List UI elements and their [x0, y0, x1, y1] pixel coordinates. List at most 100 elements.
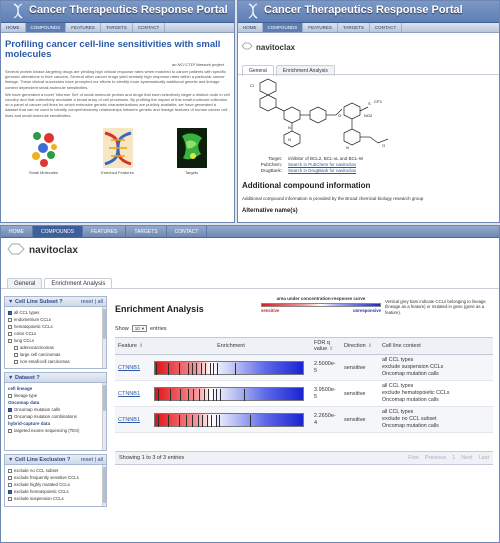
checkbox[interactable] — [14, 345, 18, 350]
table-row: CTNNB1 2.5000e-5 sensitive all CCL types exc… — [115, 354, 493, 381]
col-label: Feature — [118, 343, 137, 349]
col-context[interactable]: Cell line context — [379, 337, 493, 355]
fdr-cell: 3.9500e-5 — [311, 380, 341, 407]
exclusion-option[interactable]: exclude hematopoietic CCLs — [8, 488, 100, 495]
nav-features[interactable]: FEATURES — [303, 23, 338, 32]
reset-link[interactable]: reset — [81, 299, 93, 305]
nav-contact[interactable]: CONTACT — [133, 23, 166, 32]
option-label: exclude no CCL subset — [14, 468, 59, 473]
context-cell: all CCL types exclude no CCL subset Oncoma… — [379, 406, 493, 433]
subset-option[interactable]: all CCL types — [8, 309, 100, 316]
dataset-option[interactable]: lineage type — [8, 392, 100, 399]
dataset-header[interactable]: ▼ Dataset ? — [4, 372, 107, 383]
pager-1[interactable]: 1 — [452, 455, 455, 461]
dataset-option[interactable]: Oncomap mutation combinations — [8, 413, 100, 420]
subset-option[interactable]: hematopoietic CCLs — [8, 323, 100, 330]
exclusion-option[interactable]: exclude highly mutated CCLs — [8, 481, 100, 488]
scrollbar[interactable] — [102, 307, 106, 368]
checkbox[interactable] — [8, 324, 12, 329]
nav-targets[interactable]: TARGETS — [338, 23, 370, 32]
collapse-icon[interactable]: ▼ — [8, 299, 15, 305]
col-direction[interactable]: Direction ⇕ — [341, 337, 379, 355]
nav-targets[interactable]: TARGETS — [101, 23, 133, 32]
portal-title[interactable]: Cancer Therapeutics Response Portal — [264, 4, 463, 16]
thumb-enriched-features[interactable]: Enriched Features — [98, 127, 138, 175]
checkbox[interactable] — [8, 475, 12, 480]
checkbox[interactable] — [8, 482, 12, 487]
thumb-small-molecules[interactable]: Small Molecules — [28, 127, 59, 175]
reset-link[interactable]: reset — [81, 457, 93, 463]
feature-link[interactable]: CTNNB1 — [118, 391, 140, 397]
option-label: exclude frequently sensitive CCLs — [14, 475, 79, 480]
dataset-group-title: Oncomap data — [8, 400, 40, 405]
checkbox[interactable] — [14, 352, 18, 357]
scrollbar[interactable] — [102, 465, 106, 506]
nav-home[interactable]: HOME — [238, 23, 263, 32]
context-line: exclude hematopoietic CCLs — [382, 390, 450, 396]
pagination: First Previous 1 Next Last — [402, 455, 489, 461]
subset-option[interactable]: lung CCLs — [8, 337, 100, 344]
pager-previous[interactable]: Previous — [425, 455, 446, 461]
checkbox[interactable] — [8, 317, 12, 322]
entries-select[interactable]: 10 ▾ — [131, 325, 148, 332]
option-label: adenocarcinomas — [20, 345, 54, 350]
thumb-caption[interactable]: Small Molecules — [29, 170, 59, 175]
exclusion-option[interactable]: exclude suspension CCLs — [8, 495, 100, 502]
pager-first[interactable]: First — [408, 455, 419, 461]
checkbox[interactable] — [8, 489, 12, 494]
checkbox[interactable] — [8, 310, 12, 315]
checkbox[interactable] — [8, 496, 12, 501]
checkbox[interactable] — [8, 331, 12, 336]
checkbox[interactable] — [8, 468, 12, 473]
scroll-thumb[interactable] — [102, 467, 106, 503]
nav-compounds[interactable]: COMPOUNDS — [33, 226, 84, 237]
pager-next[interactable]: Next — [461, 455, 472, 461]
context-line: all CCL types — [382, 409, 414, 415]
nav-contact[interactable]: CONTACT — [370, 23, 403, 32]
checkbox[interactable] — [14, 359, 18, 364]
subset-option[interactable]: large cell carcinomas — [8, 351, 100, 358]
thumb-caption[interactable]: Enriched Features — [98, 170, 138, 175]
nav-compounds[interactable]: COMPOUNDS — [25, 23, 67, 32]
nav-features[interactable]: FEATURES — [83, 226, 127, 237]
thumb-caption[interactable]: Targets — [177, 170, 207, 175]
checkbox[interactable] — [8, 338, 12, 343]
checkbox[interactable] — [8, 428, 12, 433]
portal-title[interactable]: Cancer Therapeutics Response Portal — [29, 4, 228, 16]
all-link[interactable]: all — [97, 299, 103, 305]
collapse-icon[interactable]: ▼ — [8, 375, 15, 381]
col-enrichment[interactable]: Enrichment — [151, 337, 311, 355]
pager-last[interactable]: Last — [479, 455, 489, 461]
dataset-option[interactable]: targeted exome sequencing (TES) — [8, 427, 100, 434]
checkbox[interactable] — [8, 414, 12, 419]
col-fdr[interactable]: FDR q value ⇕ — [311, 337, 341, 355]
exclusion-option[interactable]: exclude frequently sensitive CCLs — [8, 474, 100, 481]
nav-features[interactable]: FEATURES — [66, 23, 101, 32]
cell-line-subset-header[interactable]: ▼ Cell Line Subset ? reset | all — [4, 296, 107, 307]
drugbank-link[interactable]: Search in DrugBank for navitoclax — [288, 168, 356, 174]
dataset-option[interactable]: Oncomap mutation calls — [8, 406, 100, 413]
feature-tick — [218, 414, 220, 427]
collapse-icon[interactable]: ▼ — [8, 457, 15, 463]
scrollbar[interactable] — [102, 383, 106, 450]
nav-home[interactable]: HOME — [1, 226, 33, 237]
checkbox[interactable] — [8, 393, 12, 398]
subset-option[interactable]: endometrium CCLs — [8, 316, 100, 323]
thumb-targets[interactable]: Targets — [176, 127, 207, 175]
nav-targets[interactable]: TARGETS — [126, 226, 167, 237]
subset-option[interactable]: non-small-cell carcinomas — [8, 358, 100, 365]
subset-option[interactable]: adenocarcinomas — [8, 344, 100, 351]
nav-compounds[interactable]: COMPOUNDS — [262, 23, 304, 32]
all-link[interactable]: all — [97, 457, 103, 463]
nav-home[interactable]: HOME — [1, 23, 26, 32]
subset-option[interactable]: colon CCLs — [8, 330, 100, 337]
nav-contact[interactable]: CONTACT — [167, 226, 208, 237]
cell-line-exclusion-header[interactable]: ▼ Cell Line Exclusion ? reset | all — [4, 454, 107, 465]
col-feature[interactable]: Feature ⇕ — [115, 337, 151, 355]
feature-link[interactable]: CTNNB1 — [118, 417, 140, 423]
checkbox[interactable] — [8, 407, 12, 412]
exclusion-option[interactable]: exclude no CCL subset — [8, 467, 100, 474]
scroll-thumb[interactable] — [102, 309, 106, 339]
scroll-thumb[interactable] — [102, 385, 106, 411]
feature-link[interactable]: CTNNB1 — [118, 365, 140, 371]
